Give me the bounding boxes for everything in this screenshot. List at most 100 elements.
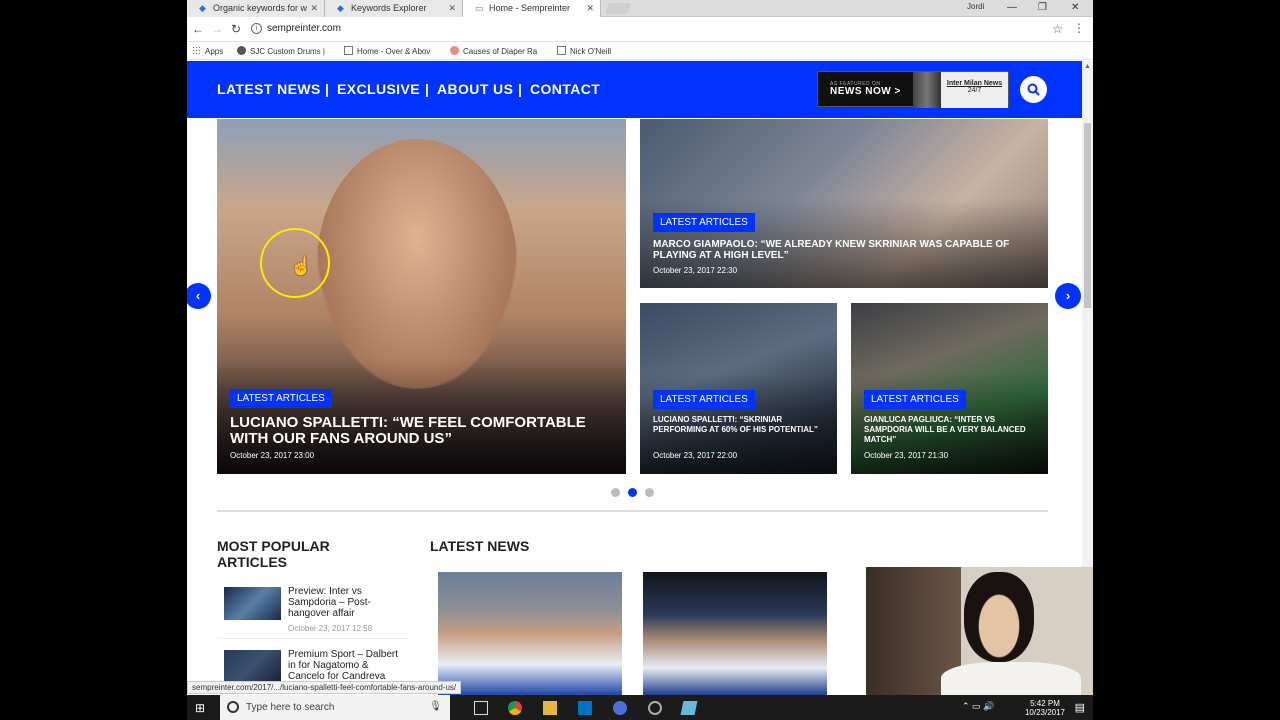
bookmarks-bar: Apps SJC Custom Drums | Home - Over & Ab… [187,42,1093,60]
category-label[interactable]: LATEST ARTICLES [653,213,755,232]
tab-keywords-explorer[interactable]: ◆ Keywords Explorer ✕ [325,0,463,17]
new-tab-button[interactable] [604,3,632,14]
section-divider [217,510,1048,512]
slider-prev-button[interactable]: ‹ [187,283,211,309]
article-title[interactable]: GIANLUCA PAGLIUCA: “INTER VS SAMPDORIA W… [864,415,1039,445]
player-photo [317,139,517,389]
article-title[interactable]: LUCIANO SPALLETTI: “WE FEEL COMFORTABLE … [230,415,620,447]
ahrefs-favicon-icon: ◆ [199,3,206,13]
profile-name[interactable]: Jordi [967,2,984,11]
site-nav: LATEST NEWS | EXCLUSIVE | ABOUT US | CON… [187,61,1082,118]
pixelated-image [913,72,941,108]
search-icon [1027,83,1040,96]
page-icon [344,46,353,55]
cortana-icon [227,701,239,713]
nav-latest-news[interactable]: LATEST NEWS [217,81,321,97]
close-tab-icon[interactable]: ✕ [586,3,594,14]
back-icon[interactable]: ← [192,22,204,36]
latest-news-thumb[interactable] [643,572,827,695]
bookmark-sjc[interactable]: SJC Custom Drums | [237,46,325,56]
microphone-icon[interactable]: 🎙 [429,701,442,712]
nav-separator: | [325,81,329,97]
page-icon [557,46,566,55]
nav-contact[interactable]: CONTACT [530,81,600,97]
latest-news-thumb[interactable] [438,572,622,695]
page-favicon-icon: ▭ [475,3,484,13]
hero-bottom-right-card[interactable]: LATEST ARTICLES GIANLUCA PAGLIUCA: “INTE… [851,303,1048,474]
taskbar-clock[interactable]: 5:42 PM 10/23/2017 [1025,699,1065,717]
taskbar-search[interactable]: Type here to search 🎙 [220,695,450,720]
category-label[interactable]: LATEST ARTICLES [230,389,332,408]
tab-organic-keywords[interactable]: ◆ Organic keywords for w ✕ [187,0,325,17]
address-bar[interactable]: i sempreinter.com [247,20,1069,39]
person-face [964,572,1034,662]
windows-taskbar: ⊞ Type here to search 🎙 ⌃ ▭ 🔊 5:42 PM 10… [187,695,1093,720]
app-icon[interactable] [648,701,662,715]
bookmark-apps[interactable]: Apps [192,46,223,56]
slider-next-button[interactable]: › [1055,283,1081,309]
close-tab-icon[interactable]: ✕ [310,3,318,14]
app-icon[interactable] [680,701,698,715]
article-thumbnail [224,587,281,620]
system-tray-icons[interactable]: ⌃ ▭ 🔊 [962,701,994,712]
browser-toolbar: ← → ↻ i sempreinter.com ☆ ⋮ [187,17,1093,42]
popular-item[interactable]: Preview: Inter vs Sampdoria – Post-hango… [217,580,409,639]
popular-item-title[interactable]: Premium Sport – Dalbert in for Nagatomo … [288,649,404,682]
popular-item-title[interactable]: Preview: Inter vs Sampdoria – Post-hango… [288,586,404,619]
latest-news-heading: LATEST NEWS [430,538,530,554]
bookmark-star-icon[interactable]: ☆ [1052,22,1063,36]
apps-grid-icon [192,46,201,55]
bookmark-nick[interactable]: Nick O'Neill [557,46,611,56]
scrollbar-thumb[interactable] [1084,123,1091,308]
hero-main-card[interactable]: LATEST ARTICLES LUCIANO SPALLETTI: “WE F… [217,119,626,474]
task-view-icon[interactable] [474,701,488,715]
news-now-badge[interactable]: AS FEATURED ON NEWS NOW > Inter Milan Ne… [817,71,1009,108]
nav-exclusive[interactable]: EXCLUSIVE [337,81,420,97]
minimize-icon[interactable]: — [1007,2,1017,13]
person-shirt [941,662,1081,695]
article-title[interactable]: LUCIANO SPALLETTI: “SKRINIAR PERFORMING … [653,415,828,435]
bookmark-diaper[interactable]: Causes of Diaper Ra [450,46,537,56]
url-text: sempreinter.com [267,23,341,34]
category-label[interactable]: LATEST ARTICLES [653,390,755,409]
windows-start-icon[interactable]: ⊞ [195,701,209,715]
article-thumbnail [224,650,281,683]
article-date: October 23, 2017 22:30 [653,266,738,275]
article-date: October 23, 2017 22:00 [653,451,738,460]
info-icon[interactable]: i [251,23,262,34]
close-window-icon[interactable]: ✕ [1071,2,1079,13]
article-date: October 23, 2017 21:30 [864,451,949,460]
diaper-favicon-icon [450,46,459,55]
file-explorer-icon[interactable] [543,701,557,715]
hero-bottom-left-card[interactable]: LATEST ARTICLES LUCIANO SPALLETTI: “SKRI… [640,303,837,474]
slider-dot-active[interactable] [628,488,637,497]
slider-dot[interactable] [645,488,654,497]
tab-sempreinter[interactable]: ▭ Home - Sempreinter ✕ [463,0,601,17]
restore-icon[interactable]: ❐ [1038,2,1047,13]
outlook-icon[interactable] [578,701,592,715]
popular-item-date: October 23, 2017 12:58 [288,624,373,633]
close-tab-icon[interactable]: ✕ [448,3,456,14]
reload-icon[interactable]: ↻ [231,22,241,36]
hero-top-right-card[interactable]: LATEST ARTICLES MARCO GIAMPAOLO: “WE ALR… [640,119,1048,288]
nav-separator: | [425,81,429,97]
tab-strip: ◆ Organic keywords for w ✕ ◆ Keywords Ex… [187,0,1093,17]
popular-heading: MOST POPULAR ARTICLES [217,538,330,570]
bookmark-home-over[interactable]: Home - Over & Abov [344,46,430,56]
status-bar-url: sempreinter.com/2017/.../luciano-spallet… [187,681,462,694]
chrome-menu-icon[interactable]: ⋮ [1073,21,1085,35]
nav-about-us[interactable]: ABOUT US [437,81,513,97]
sjc-favicon-icon [237,46,246,55]
search-button[interactable] [1020,76,1047,103]
hand-cursor-icon: ☝ [290,256,313,276]
chrome-icon[interactable] [508,701,522,715]
webcam-overlay [866,567,1093,695]
app-icon[interactable] [613,701,627,715]
article-title[interactable]: MARCO GIAMPAOLO: “WE ALREADY KNEW SKRINI… [653,239,1013,261]
slider-dot[interactable] [611,488,620,497]
category-label[interactable]: LATEST ARTICLES [864,390,966,409]
ahrefs-favicon-icon: ◆ [337,3,344,13]
forward-icon[interactable]: → [211,22,223,36]
scroll-up-icon[interactable]: ▲ [1084,63,1091,70]
notifications-icon[interactable]: ▤ [1075,701,1085,714]
